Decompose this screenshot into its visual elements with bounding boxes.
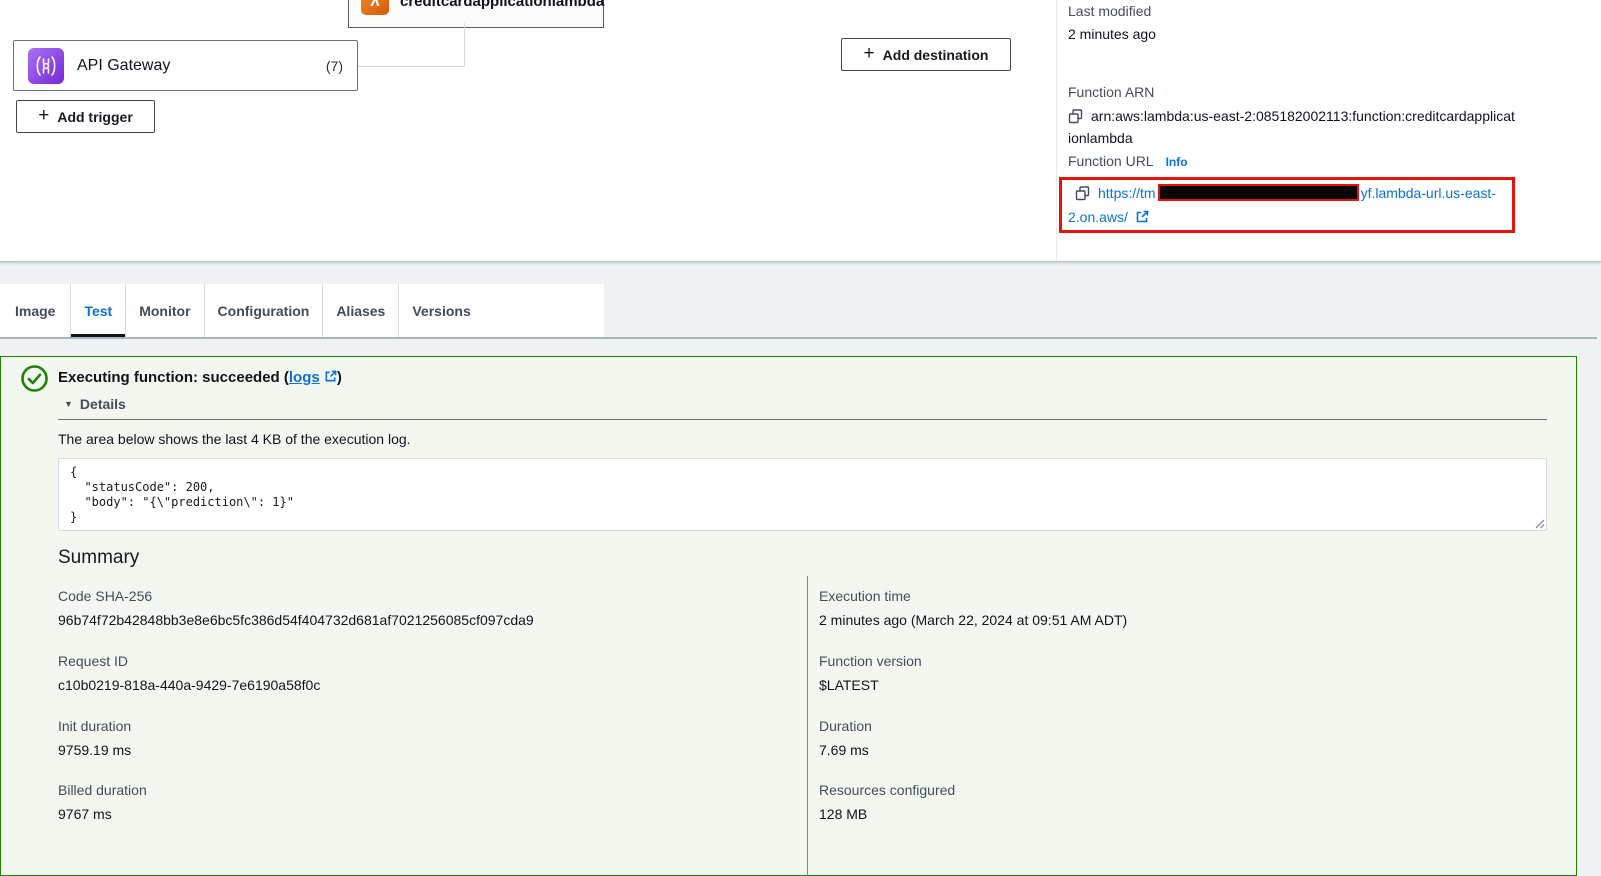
- tab-image[interactable]: Image: [0, 284, 70, 337]
- function-url-link[interactable]: https://tm: [1098, 185, 1156, 201]
- panel-divider: [1056, 0, 1057, 261]
- add-trigger-button[interactable]: + Add trigger: [16, 100, 155, 133]
- connector-line-vertical: [464, 23, 465, 67]
- details-divider: [58, 419, 1547, 420]
- tab-test[interactable]: Test: [70, 284, 125, 337]
- execution-result-panel: Executing function: succeeded (logs ) ▼ …: [0, 356, 1577, 876]
- execution-time-label: Execution time: [819, 588, 911, 604]
- resources-configured-value: 128 MB: [819, 806, 867, 822]
- info-link[interactable]: Info: [1166, 155, 1188, 169]
- add-destination-button[interactable]: + Add destination: [841, 38, 1011, 71]
- tab-bar: Image Test Monitor Configuration Aliases…: [0, 284, 604, 337]
- duration-label: Duration: [819, 718, 872, 734]
- init-duration-label: Init duration: [58, 718, 131, 734]
- details-toggle[interactable]: ▼ Details: [64, 396, 126, 412]
- api-gateway-icon: [28, 48, 64, 84]
- external-link-icon[interactable]: [1135, 210, 1149, 224]
- function-url-label-row: Function URL Info: [1068, 153, 1188, 169]
- add-destination-label: Add destination: [883, 47, 989, 63]
- trigger-node-api-gateway[interactable]: API Gateway (7): [13, 40, 358, 91]
- duration-value: 7.69 ms: [819, 742, 869, 758]
- lambda-function-title: creditcardapplicationlambda: [400, 0, 604, 10]
- logs-link[interactable]: logs: [289, 369, 320, 386]
- external-link-icon[interactable]: [324, 370, 337, 383]
- plus-icon: +: [864, 44, 875, 63]
- function-arn-label: Function ARN: [1068, 84, 1154, 100]
- tab-configuration[interactable]: Configuration: [204, 284, 323, 337]
- summary-heading: Summary: [58, 547, 139, 569]
- copy-icon[interactable]: [1068, 109, 1083, 124]
- last-modified-label: Last modified: [1068, 3, 1151, 19]
- function-arn-value: arn:aws:lambda:us-east-2:085182002113:fu…: [1068, 108, 1515, 146]
- function-url-label: Function URL: [1068, 153, 1154, 169]
- tab-filler: [484, 284, 604, 337]
- summary-column-divider: [807, 576, 808, 876]
- billed-duration-label: Billed duration: [58, 782, 147, 798]
- url-redaction-bar: [1158, 184, 1359, 201]
- resize-handle[interactable]: [1533, 517, 1545, 529]
- details-label: Details: [80, 396, 126, 412]
- function-arn-row: arn:aws:lambda:us-east-2:085182002113:fu…: [1068, 105, 1515, 149]
- lambda-function-node[interactable]: λ creditcardapplicationlambda: [348, 0, 604, 28]
- tab-monitor[interactable]: Monitor: [125, 284, 203, 337]
- caret-down-icon: ▼: [64, 399, 73, 409]
- lambda-icon: λ: [361, 0, 389, 15]
- tab-aliases[interactable]: Aliases: [322, 284, 398, 337]
- tabs-bottom-divider: [0, 337, 1597, 339]
- function-url-line2: 2.on.aws/: [1068, 209, 1149, 225]
- billed-duration-value: 9767 ms: [58, 806, 112, 822]
- log-note: The area below shows the last 4 KB of th…: [58, 431, 411, 447]
- add-trigger-label: Add trigger: [57, 109, 132, 125]
- connector-line-horizontal: [358, 66, 465, 67]
- trigger-count: (7): [326, 58, 343, 74]
- function-url-link[interactable]: 2.on.aws/: [1068, 209, 1128, 225]
- code-sha256-value: 96b74f72b42848bb3e8e6bc5fc386d54f404732d…: [58, 612, 534, 628]
- last-modified-value: 2 minutes ago: [1068, 26, 1156, 42]
- function-version-value: $LATEST: [819, 677, 879, 693]
- execution-time-value: 2 minutes ago (March 22, 2024 at 09:51 A…: [819, 612, 1127, 628]
- trigger-title: API Gateway: [77, 57, 170, 75]
- function-url-line1: https://tm yf.lambda-url.us-east-: [1075, 184, 1496, 201]
- resources-configured-label: Resources configured: [819, 782, 955, 798]
- init-duration-value: 9759.19 ms: [58, 742, 131, 758]
- code-sha256-label: Code SHA-256: [58, 588, 152, 604]
- tab-versions[interactable]: Versions: [398, 284, 483, 337]
- function-url-link[interactable]: yf.lambda-url.us-east-: [1361, 185, 1496, 201]
- request-id-value: c10b0219-818a-440a-9429-7e6190a58f0c: [58, 677, 320, 693]
- copy-icon[interactable]: [1075, 186, 1090, 201]
- function-version-label: Function version: [819, 653, 922, 669]
- function-overview-card: λ creditcardapplicationlambda API Gatewa…: [0, 0, 1601, 262]
- execution-status-heading: Executing function: succeeded (logs ): [58, 369, 342, 386]
- plus-icon: +: [38, 106, 49, 125]
- success-icon: [20, 364, 49, 393]
- request-id-label: Request ID: [58, 653, 128, 669]
- execution-log-output[interactable]: { "statusCode": 200, "body": "{\"predict…: [58, 458, 1547, 531]
